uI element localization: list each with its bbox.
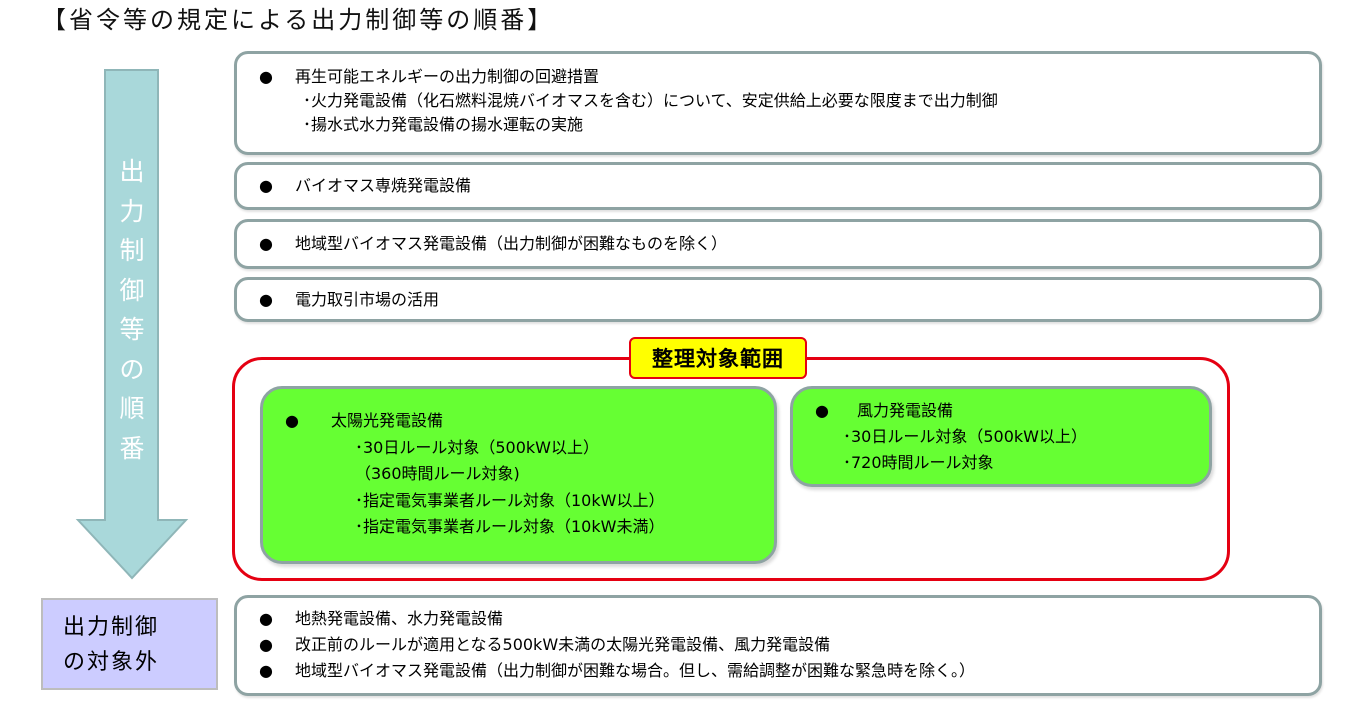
bullet-icon: ●	[259, 290, 273, 309]
bullet-icon: ●	[259, 661, 273, 680]
arrow-label-char: 御	[119, 275, 145, 305]
bullet-icon: ●	[285, 411, 299, 430]
bullet-icon: ●	[259, 67, 273, 86]
solar-sub-text: ･30日ルール対象（500kW以上）	[355, 437, 599, 457]
solar-box: ● 太陽光発電設備 ･30日ルール対象（500kW以上） （360時間ルール対象)…	[260, 386, 777, 564]
arrow-label-char: 番	[119, 433, 145, 463]
arrow-label-char: 順	[119, 394, 145, 423]
wind-sub-text: ･30日ルール対象（500kW以上）	[843, 427, 1087, 446]
arrow-label-char: 等	[119, 315, 145, 344]
bullet-icon: ●	[259, 176, 273, 195]
arrow-label-char: 力	[119, 196, 145, 226]
solar-title: 太陽光発電設備	[331, 411, 444, 430]
box-avoidance-measures: ● 再生可能エネルギーの出力制御の回避措置 ･火力発電設備（化石燃料混焼バイオマス…	[234, 51, 1322, 155]
wind-box: ● 風力発電設備 ･30日ルール対象（500kW以上） ･720時間ルール対象	[790, 386, 1212, 487]
outside-bullet-text: 地域型バイオマス発電設備（出力制御が困難な場合。但し、需給調整が困難な緊急時を除…	[295, 661, 976, 680]
box-bullet-text: 電力取引市場の活用	[295, 290, 440, 309]
solar-sub-text: （360時間ルール対象)	[355, 464, 520, 483]
box-sub-text: ･火力発電設備（化石燃料混焼バイオマスを含む）について、安定供給上必要な限度まで…	[303, 91, 998, 110]
arrow-label-char: 制	[119, 236, 145, 265]
box-outside-control: ● 地熱発電設備、水力発電設備 ● 改正前のルールが適用となる500kW未満の太陽光…	[234, 595, 1322, 696]
arrow-label-char: の	[119, 354, 145, 384]
box-regional-biomass: ● 地域型バイオマス発電設備（出力制御が困難なものを除く）	[234, 219, 1322, 269]
box-bullet-text: バイオマス専焼発電設備	[295, 176, 472, 195]
outside-bullet-text: 改正前のルールが適用となる500kW未満の太陽光発電設備、風力発電設備	[295, 635, 831, 654]
box-biomass-exclusive: ● バイオマス専焼発電設備	[234, 162, 1322, 210]
wind-sub-text: ･720時間ルール対象	[843, 453, 994, 472]
box-bullet-text: 地域型バイオマス発電設備（出力制御が困難なものを除く）	[295, 234, 728, 253]
box-sub-text: ･揚水式水力発電設備の揚水運転の実施	[303, 115, 584, 134]
outside-control-label: 出力制御 の対象外	[41, 598, 218, 690]
scope-tag: 整理対象範囲	[629, 337, 807, 379]
solar-sub-text: ･指定電気事業者ルール対象（10kW以上）	[355, 490, 665, 510]
box-bullet-text: 再生可能エネルギーの出力制御の回避措置	[295, 67, 600, 86]
bullet-icon: ●	[259, 609, 273, 628]
bullet-icon: ●	[259, 635, 273, 654]
wind-title: 風力発電設備	[857, 401, 954, 420]
bullet-icon: ●	[815, 401, 829, 420]
bullet-icon: ●	[259, 234, 273, 253]
arrow-label: 出力制御等の順番	[110, 152, 154, 468]
outside-bullet-text: 地熱発電設備、水力発電設備	[295, 609, 504, 628]
box-power-market: ● 電力取引市場の活用	[234, 277, 1322, 322]
outside-label-line: 出力制御	[63, 615, 160, 640]
solar-sub-text: ･指定電気事業者ルール対象（10kW未満）	[355, 517, 665, 536]
arrow-label-char: 出	[119, 157, 145, 186]
outside-label-line: の対象外	[63, 650, 160, 675]
